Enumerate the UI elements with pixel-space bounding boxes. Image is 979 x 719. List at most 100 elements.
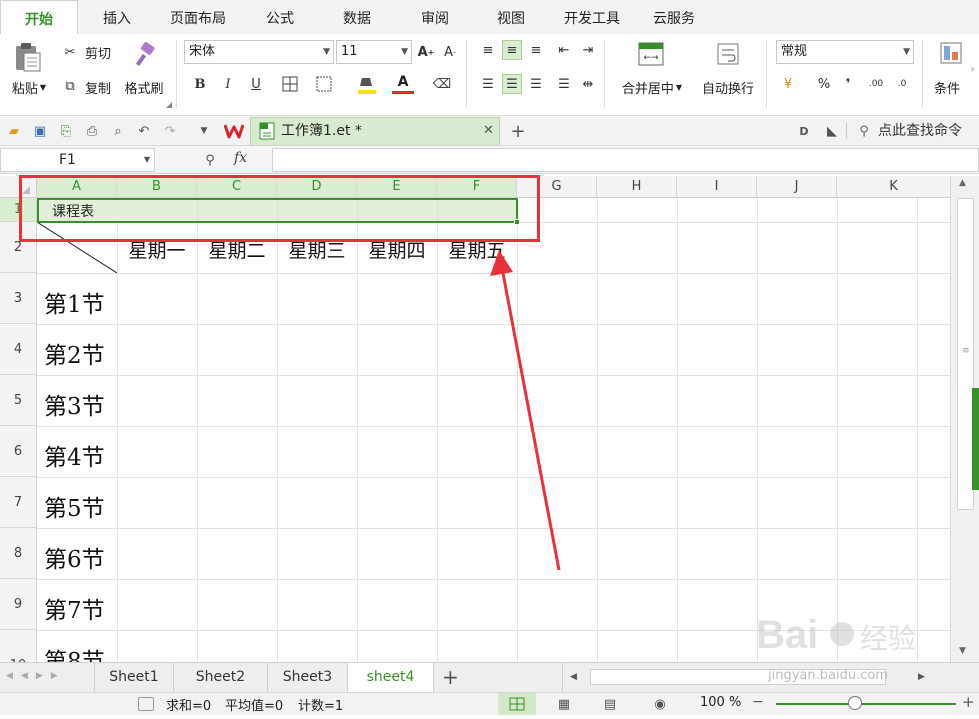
number-format-select[interactable]: 常规 ▼ [776,40,914,64]
indent-increase-icon[interactable]: ⇥ [578,40,598,60]
wps-logo-icon[interactable] [223,121,245,141]
tab-insert[interactable]: 插入 [82,0,152,34]
row-header-5[interactable]: 5 [0,375,37,426]
column-header-k[interactable]: K [837,176,950,198]
merge-center-button[interactable]: 合并居中 ▼ [614,76,690,98]
scroll-right-icon[interactable]: ▶ [918,672,925,682]
row-header-7[interactable]: 7 [0,477,37,528]
print-icon[interactable]: ⎙ [82,121,102,141]
cell-a7[interactable]: 第5节 [44,489,105,523]
cell-a8[interactable]: 第6节 [44,540,105,574]
zoom-slider-thumb[interactable] [848,696,862,710]
underline-button[interactable]: U [246,74,266,94]
decrease-decimal-icon[interactable]: .0 [892,74,912,94]
font-size-select[interactable]: 11 ▼ [336,40,412,64]
align-right-icon[interactable]: ☰ [526,74,546,94]
paste-icon[interactable] [12,40,42,72]
cell-a3[interactable]: 第1节 [44,285,105,319]
percent-button[interactable]: % [814,74,834,94]
command-search-input[interactable]: 点此查找命令 [878,121,962,141]
formula-input[interactable] [272,148,979,172]
comma-style-button[interactable]: ❜ [838,74,858,94]
row-header-6[interactable]: 6 [0,426,37,477]
tab-data[interactable]: 数据 [322,0,392,34]
tab-page-layout[interactable]: 页面布局 [156,0,240,34]
normal-view-button[interactable] [498,693,536,715]
reading-mode-icon[interactable]: ◉ [650,694,670,714]
tab-developer[interactable]: 开发工具 [554,0,630,34]
row-header-10[interactable]: 10 [0,630,37,662]
tab-formulas[interactable]: 公式 [246,0,314,34]
zoom-slider[interactable] [776,703,956,705]
chevron-down-icon[interactable]: ▼ [194,121,214,141]
redo-icon[interactable]: ↷ [160,121,180,141]
export-pdf-icon[interactable]: ⎘ [56,121,76,141]
font-name-select[interactable]: 宋体 ▼ [184,40,334,64]
cell-a6[interactable]: 第4节 [44,438,105,472]
dialog-launcher-icon[interactable]: ◢ [166,100,172,109]
clear-format-icon[interactable]: ⌫ [432,74,452,94]
conditional-format-button[interactable]: 条件 [928,76,966,98]
zoom-out-icon[interactable]: − [752,694,764,710]
align-center-icon[interactable]: ☰ [502,74,522,94]
save-icon[interactable]: ▣ [30,121,50,141]
format-painter-icon[interactable] [132,42,158,68]
page-break-view-icon[interactable]: ▤ [600,694,620,714]
cell-a9[interactable]: 第7节 [44,591,105,625]
wrap-text-icon[interactable] [716,42,740,66]
paste-button[interactable]: 粘贴 ▼ [6,76,52,98]
sheet-nav-arrows-icon[interactable]: ◀◀▶▶ [6,671,66,681]
font-color-icon[interactable]: A [392,74,414,96]
print-preview-icon[interactable]: ⌕ [108,121,128,141]
tab-cloud[interactable]: 云服务 [638,0,710,34]
increase-font-icon[interactable]: A + [416,42,436,62]
column-header-i[interactable]: I [677,176,757,198]
cell-a5[interactable]: 第3节 [44,387,105,421]
feedback-icon[interactable]: ◣ [822,121,842,141]
merge-center-icon[interactable]: ←→ [638,42,664,66]
scroll-left-icon[interactable]: ◀ [570,672,577,682]
increase-decimal-icon[interactable]: .00 [866,74,886,94]
fill-pattern-icon[interactable] [314,74,334,94]
vertical-scrollbar[interactable]: ▲ ≡ ▼ [950,176,979,662]
row-header-3[interactable]: 3 [0,273,37,324]
indent-decrease-icon[interactable]: ⇤ [554,40,574,60]
align-bottom-icon[interactable]: ≡ [526,40,546,60]
sheet-tab-sheet2[interactable]: Sheet2 [174,663,268,692]
new-tab-plus-icon[interactable]: + [508,121,528,142]
copy-button[interactable]: 复制 [80,76,116,98]
add-sheet-plus-icon[interactable]: + [442,663,459,692]
scroll-up-icon[interactable]: ▲ [959,178,966,188]
open-folder-icon[interactable]: ▰ [4,121,24,141]
name-box[interactable]: F1 ▼ [0,148,155,172]
border-icon[interactable] [280,74,300,94]
page-layout-view-icon[interactable]: ▦ [554,694,574,714]
spreadsheet-grid[interactable]: A B C D E F G H I J K 1 2 3 4 5 6 7 8 9 … [0,176,950,662]
macro-record-icon[interactable] [138,697,154,711]
wrap-text-button[interactable]: 自动换行 [694,76,762,98]
sync-d-icon[interactable]: D [794,121,814,141]
sheet-tab-sheet4[interactable]: sheet4 [348,663,434,692]
zoom-formula-icon[interactable]: ⚲ [200,150,220,170]
tab-review[interactable]: 审阅 [400,0,470,34]
fill-color-icon[interactable] [356,74,378,96]
cell-a4[interactable]: 第2节 [44,336,105,370]
fx-button[interactable]: fx [234,150,247,166]
row-header-9[interactable]: 9 [0,579,37,630]
align-middle-icon[interactable]: ≡ [502,40,522,60]
ribbon-scroll-right-icon[interactable]: › [966,64,979,84]
sheet-tab-sheet1[interactable]: Sheet1 [94,663,174,692]
sheet-tab-sheet3[interactable]: Sheet3 [268,663,348,692]
zoom-in-icon[interactable]: + [962,693,975,711]
cut-button[interactable]: 剪切 [80,42,116,62]
currency-icon[interactable]: ¥ [778,74,798,94]
format-painter-button[interactable]: 格式刷 [120,76,168,98]
scroll-down-icon[interactable]: ▼ [959,646,966,656]
row-header-8[interactable]: 8 [0,528,37,579]
align-left-icon[interactable]: ☰ [478,74,498,94]
side-panel-toggle[interactable] [972,388,979,490]
tab-home[interactable]: 开始 [0,0,78,34]
distribute-icon[interactable]: ⇹ [578,74,598,94]
bold-button[interactable]: B [190,74,210,94]
row-header-4[interactable]: 4 [0,324,37,375]
